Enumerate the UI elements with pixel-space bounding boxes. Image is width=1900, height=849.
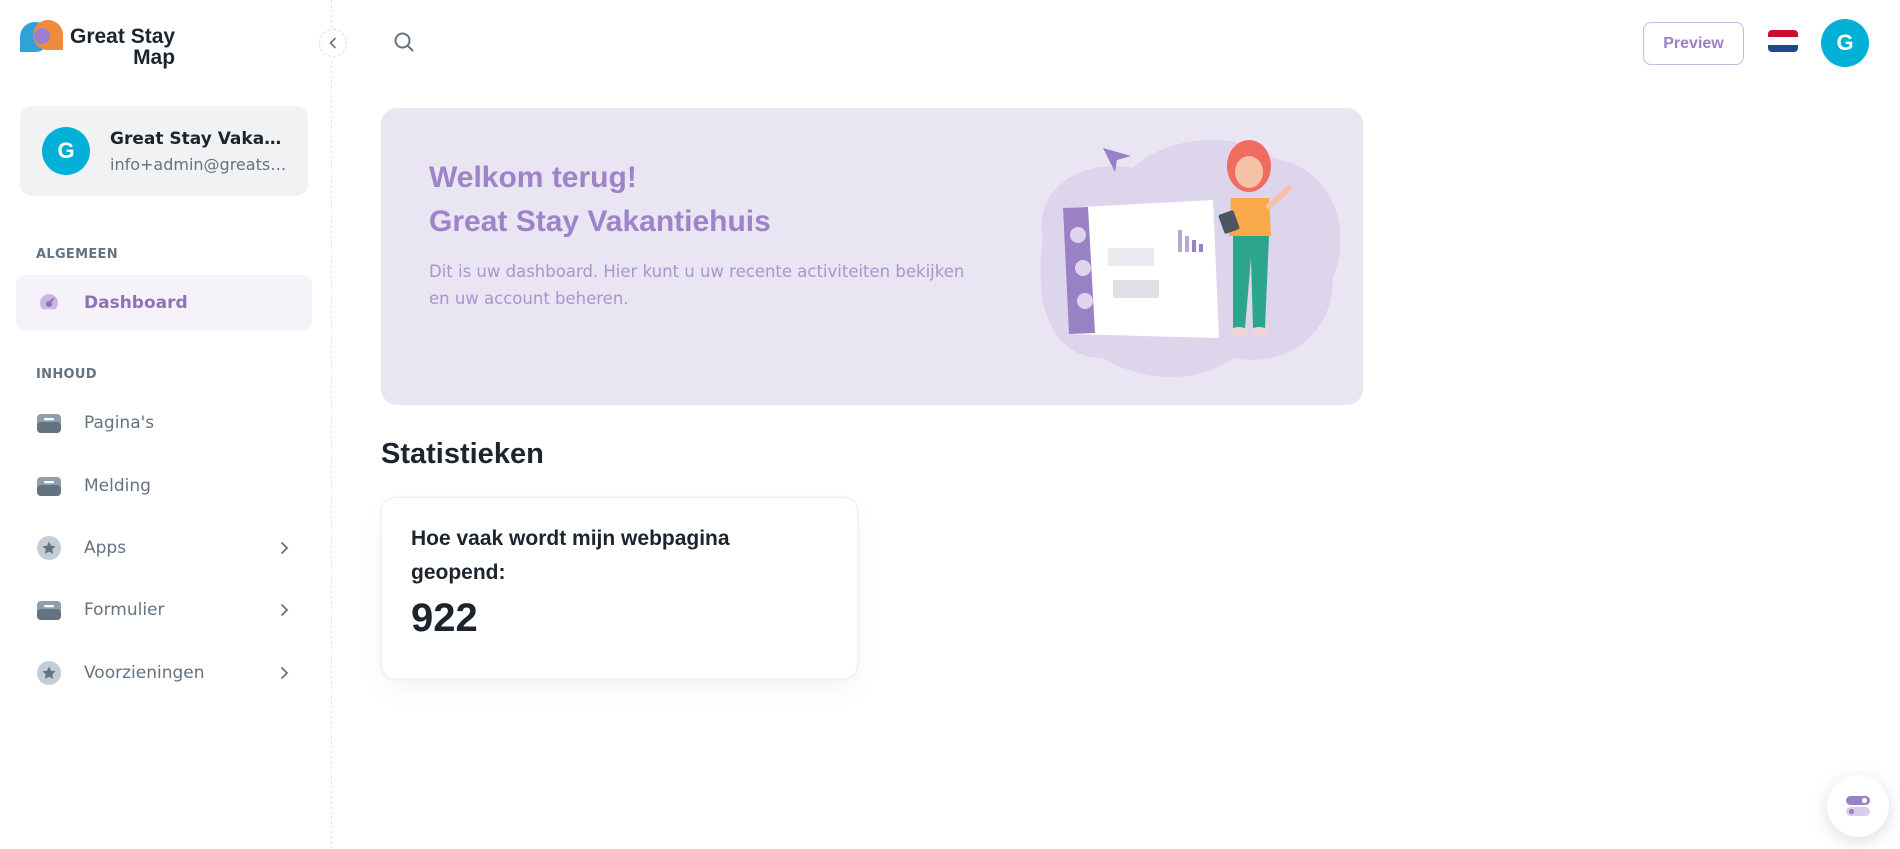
section-label-algemeen: ALGEMEEN — [36, 247, 118, 262]
header-avatar[interactable]: G — [1821, 19, 1869, 67]
stat-value: 922 — [411, 596, 478, 640]
logo-mark-icon — [20, 20, 64, 54]
inbox-icon — [36, 597, 62, 623]
inbox-icon — [36, 410, 62, 436]
sidebar-item-label: Apps — [84, 538, 127, 558]
stats-title: Statistieken — [381, 438, 544, 470]
sidebar-item-label: Voorzieningen — [84, 663, 205, 683]
star-icon — [36, 535, 62, 561]
search-button[interactable] — [390, 28, 418, 56]
welcome-title: Welkom terug! Great Stay Vakantiehuis — [429, 156, 771, 244]
logo-text: Great Stay Map — [70, 26, 175, 68]
sidebar: Great Stay Map G Great Stay Vakantiehuis… — [0, 0, 332, 849]
welcome-title-line-2: Great Stay Vakantiehuis — [429, 205, 771, 238]
sidebar-item-voorzieningen[interactable]: Voorzieningen — [16, 645, 312, 701]
inbox-icon — [36, 473, 62, 499]
logo-line-1: Great Stay — [70, 25, 176, 48]
sidebar-item-label: Dashboard — [84, 293, 188, 313]
welcome-banner: Welkom terug! Great Stay Vakantiehuis Di… — [381, 108, 1363, 405]
settings-button[interactable] — [1827, 775, 1889, 837]
dashboard-illustration-icon — [1040, 139, 1341, 377]
sidebar-item-apps[interactable]: Apps — [16, 520, 312, 576]
search-icon — [394, 32, 414, 52]
account-name: Great Stay Vakantiehuis — [110, 128, 286, 149]
dashboard-icon — [36, 290, 62, 316]
toggle-settings-icon — [1846, 796, 1870, 816]
sidebar-item-dashboard[interactable]: Dashboard — [16, 275, 312, 331]
stat-label: Hoe vaak wordt mijn webpagina geopend: — [411, 527, 730, 584]
welcome-description: Dit is uw dashboard. Hier kunt u uw rece… — [429, 262, 965, 308]
sidebar-item-label: Formulier — [84, 600, 165, 620]
account-email: info+admin@greatstaymap.com — [110, 154, 286, 174]
sidebar-item-paginas[interactable]: Pagina's — [16, 395, 312, 451]
chevron-right-icon — [274, 538, 294, 558]
preview-button[interactable]: Preview — [1643, 22, 1744, 65]
section-label-inhoud: INHOUD — [36, 367, 97, 382]
welcome-title-line-1: Welkom terug! — [429, 161, 637, 194]
logo-line-2: Map — [133, 46, 176, 69]
account-card[interactable]: G Great Stay Vakantiehuis info+admin@gre… — [20, 106, 308, 196]
sidebar-collapse-button[interactable] — [319, 29, 347, 57]
star-icon — [36, 660, 62, 686]
chevron-right-icon — [274, 663, 294, 683]
stat-card-page-views: Hoe vaak wordt mijn webpagina geopend: 9… — [381, 497, 858, 679]
sidebar-item-formulier[interactable]: Formulier — [16, 582, 312, 638]
nl-flag-icon[interactable] — [1768, 30, 1798, 52]
account-avatar: G — [42, 127, 90, 175]
chevron-left-icon — [329, 37, 336, 49]
sidebar-item-label: Melding — [84, 476, 151, 496]
logo[interactable]: Great Stay Map — [20, 20, 175, 68]
sidebar-item-label: Pagina's — [84, 413, 155, 433]
chevron-right-icon — [274, 600, 294, 620]
sidebar-item-melding[interactable]: Melding — [16, 458, 312, 514]
